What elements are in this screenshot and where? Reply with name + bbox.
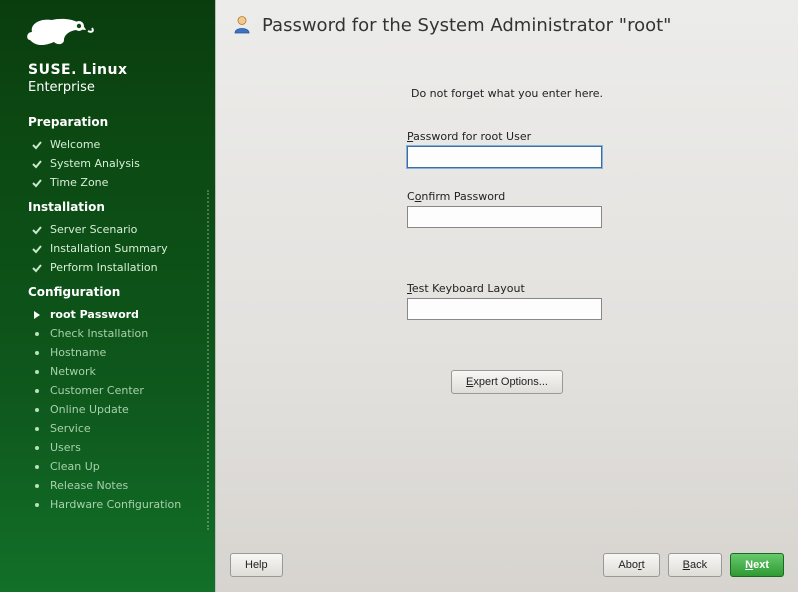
titlebar: Password for the System Administrator "r…	[216, 0, 798, 47]
bullet-icon	[30, 328, 44, 340]
check-icon	[30, 139, 44, 151]
bullet-icon	[30, 385, 44, 397]
bullet-icon	[30, 347, 44, 359]
brand-name: SUSE. Linux	[0, 56, 215, 80]
sidebar-item-label: Hostname	[50, 346, 106, 359]
page-title: Password for the System Administrator "r…	[262, 15, 671, 36]
user-icon	[232, 14, 252, 37]
section-preparation: Preparation	[0, 107, 215, 135]
sidebar-item-check-installation[interactable]: Check Installation	[0, 324, 215, 343]
sidebar-item-welcome[interactable]: Welcome	[0, 135, 215, 154]
test-label: Test Keyboard Layout	[407, 282, 607, 295]
sidebar-item-label: Online Update	[50, 403, 129, 416]
password-label: Password for root User	[407, 130, 607, 143]
sidebar-item-perform-installation[interactable]: Perform Installation	[0, 258, 215, 277]
sidebar-item-label: Clean Up	[50, 460, 100, 473]
sidebar-item-label: root Password	[50, 308, 139, 321]
nav-list-configuration: root Password Check Installation Hostname N…	[0, 305, 215, 514]
sidebar-item-label: Server Scenario	[50, 223, 137, 236]
sidebar-item-installation-summary[interactable]: Installation Summary	[0, 239, 215, 258]
check-icon	[30, 177, 44, 189]
arrow-right-icon	[30, 309, 44, 321]
nav-list-installation: Server Scenario Installation Summary Perfo…	[0, 220, 215, 277]
check-icon	[30, 262, 44, 274]
password-row: Password for root User	[407, 130, 607, 168]
suse-logo	[0, 8, 215, 56]
sidebar-item-online-update[interactable]: Online Update	[0, 400, 215, 419]
next-button[interactable]: Next	[730, 553, 784, 577]
test-row: Test Keyboard Layout	[407, 282, 607, 320]
sidebar-item-label: Time Zone	[50, 176, 108, 189]
main-panel: Password for the System Administrator "r…	[215, 0, 798, 592]
content-area: Do not forget what you enter here. Passw…	[216, 47, 798, 546]
sidebar-item-label: Check Installation	[50, 327, 148, 340]
brand-sub: Enterprise	[0, 80, 215, 107]
sidebar-item-hostname[interactable]: Hostname	[0, 343, 215, 362]
sidebar-item-label: Installation Summary	[50, 242, 168, 255]
sidebar-item-service[interactable]: Service	[0, 419, 215, 438]
sidebar-item-release-notes[interactable]: Release Notes	[0, 476, 215, 495]
bullet-icon	[30, 366, 44, 378]
section-installation: Installation	[0, 192, 215, 220]
sidebar-item-users[interactable]: Users	[0, 438, 215, 457]
sidebar-item-label: Welcome	[50, 138, 100, 151]
sidebar-item-time-zone[interactable]: Time Zone	[0, 173, 215, 192]
sidebar-item-label: Network	[50, 365, 96, 378]
help-button[interactable]: Help	[230, 553, 283, 577]
bullet-icon	[30, 442, 44, 454]
hint-text: Do not forget what you enter here.	[411, 87, 603, 100]
sidebar-item-hardware-configuration[interactable]: Hardware Configuration	[0, 495, 215, 514]
bullet-icon	[30, 404, 44, 416]
sidebar-item-label: Service	[50, 422, 91, 435]
bullet-icon	[30, 499, 44, 511]
sidebar-item-label: Users	[50, 441, 81, 454]
abort-button[interactable]: Abort	[603, 553, 659, 577]
check-icon	[30, 158, 44, 170]
sidebar-item-root-password[interactable]: root Password	[0, 305, 215, 324]
bullet-icon	[30, 423, 44, 435]
bullet-icon	[30, 461, 44, 473]
confirm-label: Confirm Password	[407, 190, 607, 203]
sidebar-item-label: Customer Center	[50, 384, 144, 397]
confirm-row: Confirm Password	[407, 190, 607, 228]
sidebar-item-label: Perform Installation	[50, 261, 158, 274]
section-configuration: Configuration	[0, 277, 215, 305]
footer: Help Abort Back Next	[216, 546, 798, 592]
sidebar-item-customer-center[interactable]: Customer Center	[0, 381, 215, 400]
bullet-icon	[30, 480, 44, 492]
check-icon	[30, 243, 44, 255]
sidebar-item-label: Hardware Configuration	[50, 498, 181, 511]
password-input[interactable]	[407, 146, 602, 168]
check-icon	[30, 224, 44, 236]
sidebar-item-label: System Analysis	[50, 157, 140, 170]
sidebar-item-system-analysis[interactable]: System Analysis	[0, 154, 215, 173]
sidebar-item-clean-up[interactable]: Clean Up	[0, 457, 215, 476]
sidebar-item-label: Release Notes	[50, 479, 128, 492]
sidebar: SUSE. Linux Enterprise Preparation Welco…	[0, 0, 215, 592]
test-input[interactable]	[407, 298, 602, 320]
expert-options-button[interactable]: Expert Options...	[451, 370, 563, 394]
sidebar-item-network[interactable]: Network	[0, 362, 215, 381]
sidebar-item-server-scenario[interactable]: Server Scenario	[0, 220, 215, 239]
nav-list-preparation: Welcome System Analysis Time Zone	[0, 135, 215, 192]
confirm-input[interactable]	[407, 206, 602, 228]
back-button[interactable]: Back	[668, 553, 722, 577]
